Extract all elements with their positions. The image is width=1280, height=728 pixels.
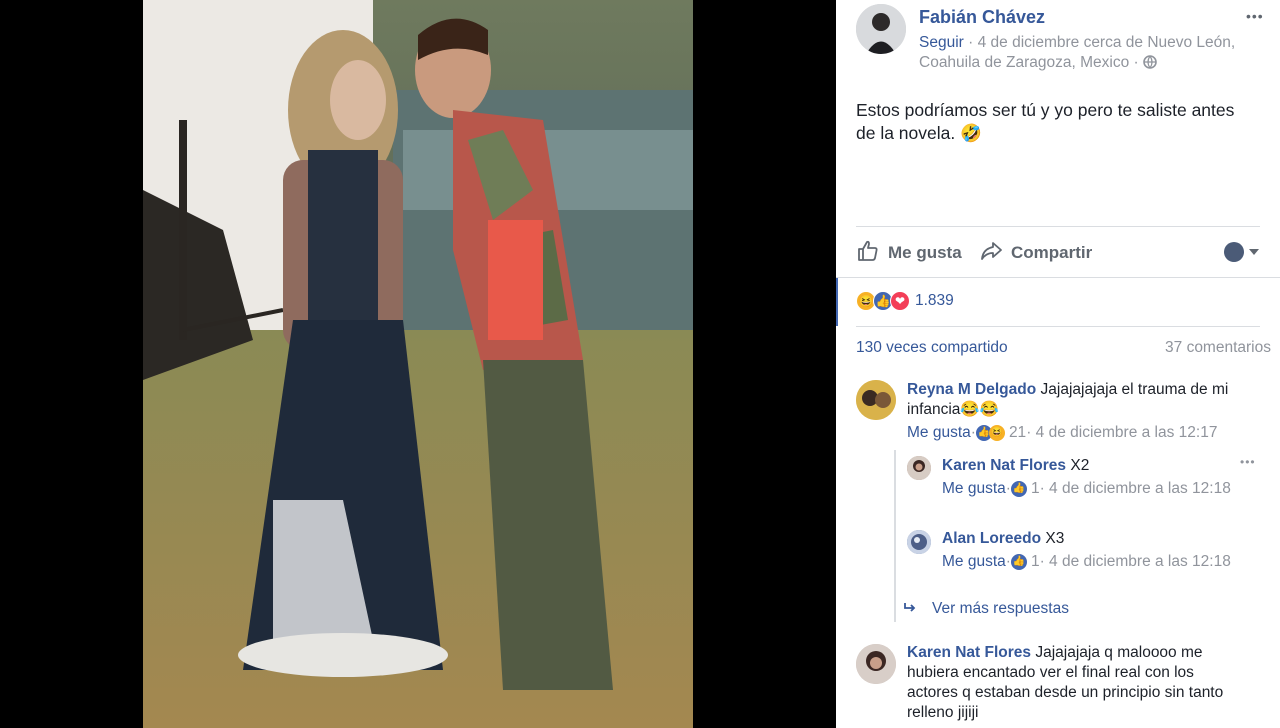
divider — [856, 326, 1260, 327]
divider — [836, 277, 1280, 278]
commenter-avatar[interactable] — [907, 530, 931, 554]
commenter-name[interactable]: Alan Loreedo — [942, 530, 1041, 547]
audience-selector[interactable] — [1224, 242, 1260, 262]
comment-time[interactable]: · 4 de diciembre a las 12:18 — [1040, 479, 1231, 499]
comment-text: X3 — [1045, 530, 1065, 547]
commenter-name[interactable]: Reyna M Delgado — [907, 381, 1036, 398]
view-more-replies-link[interactable]: Ver más respuestas — [904, 600, 1069, 618]
reply-arrow-icon — [904, 601, 918, 617]
commenter-name[interactable]: Karen Nat Flores — [907, 644, 1031, 661]
share-count-link[interactable]: 130 veces compartido — [856, 339, 1008, 357]
more-options-icon[interactable]: ••• — [1246, 8, 1264, 24]
comment-time[interactable]: · 4 de diciembre a las 12:18 — [1040, 552, 1231, 572]
reply: Alan Loreedo X3 Me gusta · 👍 1 · 4 de di… — [942, 529, 1234, 572]
post-photo[interactable] — [143, 0, 693, 728]
divider — [856, 226, 1260, 227]
reaction-count[interactable]: 1.839 — [915, 292, 954, 310]
post-actions: Me gusta Compartir — [856, 238, 1260, 268]
share-arrow-icon — [979, 239, 1011, 268]
user-avatar — [1224, 242, 1244, 262]
love-reaction-icon: ❤ — [890, 291, 910, 311]
author-name[interactable]: Fabián Chávez — [919, 7, 1045, 28]
comment-like-link[interactable]: Me gusta — [907, 423, 971, 443]
commenter-avatar[interactable] — [907, 456, 931, 480]
haha-reaction-icon: 😆 — [988, 425, 1005, 441]
post-panel: Fabián Chávez ••• Seguir · 4 de diciembr… — [836, 0, 1280, 728]
post-meta: Seguir · 4 de diciembre cerca de Nuevo L… — [919, 33, 1259, 75]
comment-like-link[interactable]: Me gusta — [942, 479, 1006, 499]
reaction-accent-bar — [836, 278, 838, 326]
comment-reaction-count[interactable]: 1 — [1031, 552, 1040, 572]
commenter-avatar[interactable] — [856, 644, 896, 684]
comment-like-link[interactable]: Me gusta — [942, 552, 1006, 572]
reply-thread-line — [894, 450, 896, 622]
author-avatar[interactable] — [856, 4, 906, 54]
follow-link[interactable]: Seguir — [919, 34, 964, 51]
thumbs-up-icon — [856, 239, 888, 268]
globe-icon — [1143, 55, 1157, 75]
reply: Karen Nat Flores X2 Me gusta · 👍 1 · 4 d… — [942, 456, 1234, 499]
commenter-avatar[interactable] — [856, 380, 896, 420]
reaction-summary[interactable]: 😆 👍 ❤ 1.839 — [856, 291, 954, 311]
comment-reaction-count[interactable]: 1 — [1031, 479, 1040, 499]
chevron-down-icon — [1248, 243, 1260, 261]
comment-time[interactable]: · 4 de diciembre a las 12:17 — [1026, 423, 1217, 443]
comment-count-link[interactable]: 37 comentarios — [1165, 339, 1271, 357]
post-text: Estos podríamos ser tú y yo pero te sali… — [856, 100, 1235, 143]
comment: Karen Nat Flores Jajajajaja q maloooo me… — [907, 643, 1247, 723]
comment-reaction-count[interactable]: 21 — [1009, 423, 1026, 443]
share-button[interactable]: Compartir — [979, 238, 1092, 268]
like-reaction-icon: 👍 — [1010, 481, 1027, 497]
commenter-name[interactable]: Karen Nat Flores — [942, 457, 1066, 474]
comment-text: X2 — [1070, 457, 1090, 474]
share-label: Compartir — [1011, 243, 1093, 262]
like-button[interactable]: Me gusta — [856, 238, 962, 268]
meta-separator: · — [963, 34, 978, 51]
like-reaction-icon: 👍 — [1010, 554, 1027, 570]
view-more-replies-label: Ver más respuestas — [932, 600, 1069, 617]
more-options-icon[interactable]: ••• — [1240, 455, 1256, 469]
like-label: Me gusta — [888, 243, 962, 262]
photo-viewer — [0, 0, 836, 728]
comment: Reyna M Delgado Jajajajajaja el trauma d… — [907, 380, 1237, 443]
